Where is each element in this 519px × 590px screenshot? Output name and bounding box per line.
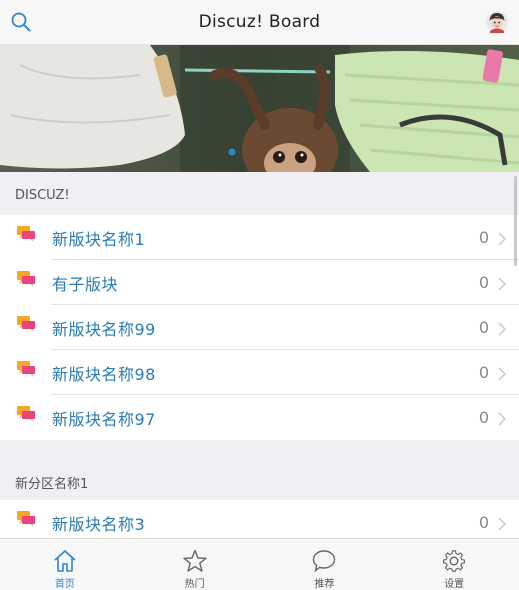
forum-name: 新版块名称99 [52,319,156,339]
forum-count: 0 [478,273,489,292]
tab-label: 首页 [54,579,75,590]
forum-chat-icon [16,405,36,423]
chevron-right-icon [498,516,507,531]
tab-label: 设置 [444,579,465,590]
tab-home[interactable]: 首页 [0,539,130,590]
chat-bubble-icon [313,550,336,573]
carousel-dot-active [228,148,236,156]
forum-chat-icon [16,270,36,288]
section-title: 新分区名称1 [15,476,89,492]
gear-icon [443,550,466,572]
section-header: DISCUZ! [0,175,519,215]
chevron-right-icon [498,321,507,336]
forum-name: 新版块名称1 [52,229,146,249]
forum-count: 0 [478,408,489,427]
section-header: 新分区名称1 [0,460,519,500]
forum-chat-icon [16,360,36,378]
forum-list: 新版块名称1 0 有子版块 0 新版块名称99 0 新版块名称98 0 新版块名… [0,215,519,440]
chevron-right-icon [498,411,507,426]
tab-label: 推荐 [314,579,335,590]
forum-count: 0 [478,318,489,337]
section-title: DISCUZ! [15,187,70,203]
home-icon [54,550,76,572]
tab-bar: 首页 热门 推荐 设置 [0,538,519,590]
forum-count: 0 [478,228,489,247]
forum-name: 有子版块 [52,274,119,294]
banner-image [0,45,519,172]
tab-label: 热门 [184,579,205,590]
forum-item[interactable]: 新版块名称99 0 [0,305,519,350]
forum-count: 0 [478,513,489,532]
forum-count: 0 [478,363,489,382]
forum-name: 新版块名称3 [52,514,146,534]
page-title: Discuz! Board [198,12,321,32]
forum-chat-icon [16,315,36,333]
forum-item[interactable]: 新版块名称97 0 [0,395,519,440]
tab-settings[interactable]: 设置 [389,539,519,590]
chevron-right-icon [498,231,507,246]
forum-item[interactable]: 新版块名称98 0 [0,350,519,395]
forum-item[interactable]: 新版块名称1 0 [0,215,519,260]
top-bar: Discuz! Board [0,0,519,45]
forum-item[interactable]: 有子版块 0 [0,260,519,305]
search-icon[interactable] [10,11,32,33]
banner-carousel[interactable] [0,45,519,172]
avatar-icon[interactable] [485,10,509,34]
forum-chat-icon [16,225,36,243]
star-icon [182,549,207,572]
forum-name: 新版块名称98 [52,364,156,384]
chevron-right-icon [498,276,507,291]
tab-hot[interactable]: 热门 [130,539,260,590]
forum-name: 新版块名称97 [52,409,156,429]
forum-chat-icon [16,510,36,528]
tab-recommend[interactable]: 推荐 [260,539,390,590]
scrollbar[interactable] [514,176,517,266]
chevron-right-icon [498,366,507,381]
